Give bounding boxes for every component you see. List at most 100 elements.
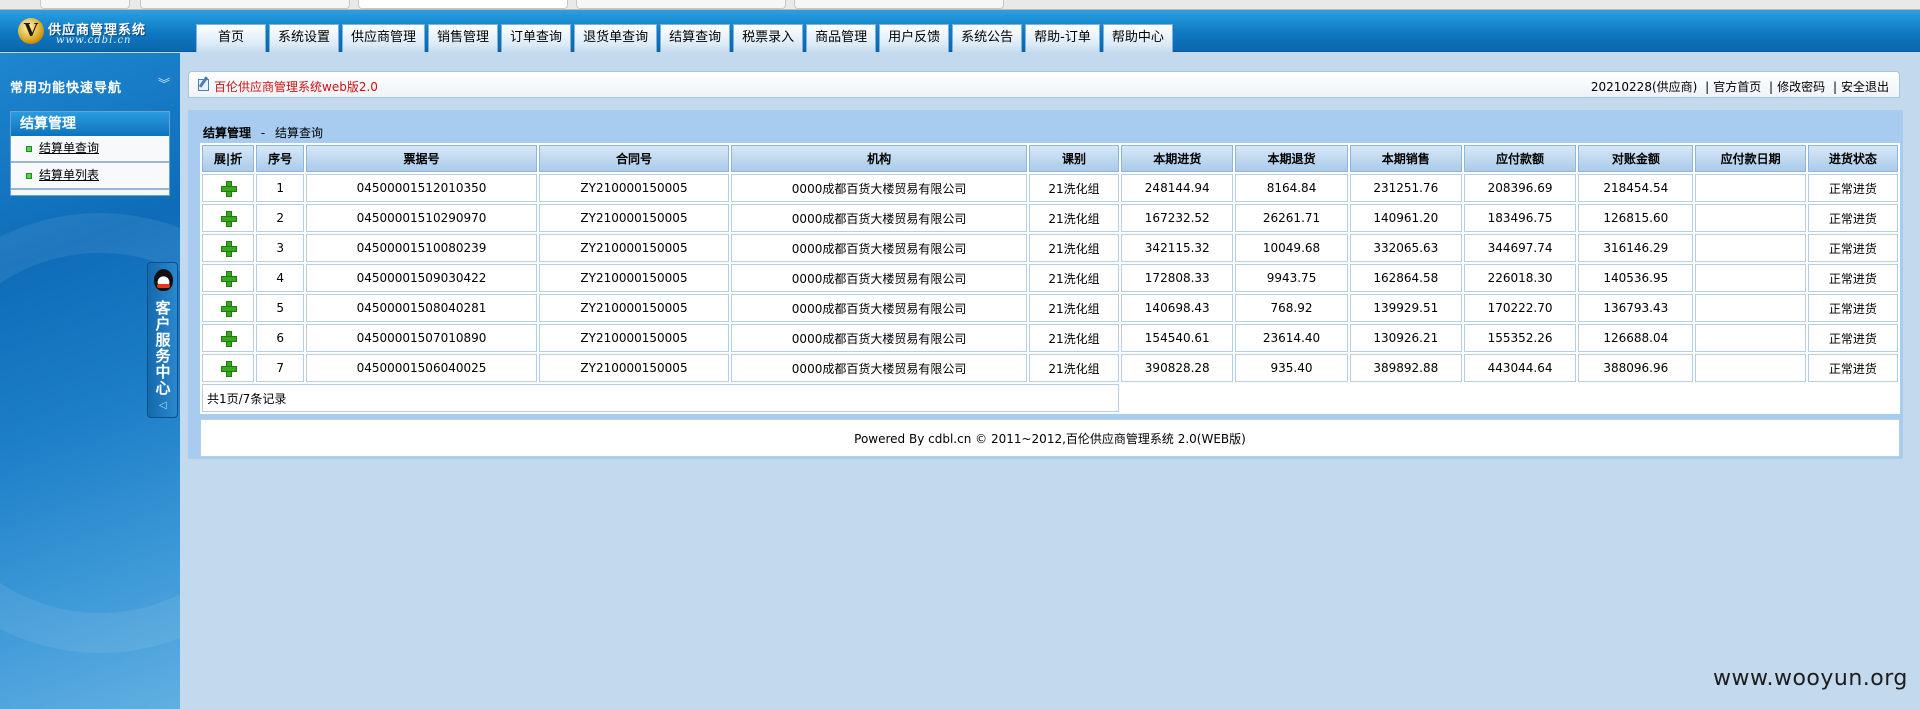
plus-icon[interactable] bbox=[221, 271, 238, 288]
cell-purchase: 172808.33 bbox=[1121, 264, 1234, 292]
browser-tab[interactable] bbox=[794, 0, 1004, 9]
main-content: 结算管理 - 结算查询 展|折 序号 票据号 合同号 机构 课别 本期进货 本期… bbox=[188, 110, 1903, 459]
cell-expand bbox=[202, 204, 255, 232]
powered-by-footer: Powered By cdbl.cn © 2011~2012,百伦供应商管理系统… bbox=[200, 419, 1900, 457]
plus-icon[interactable] bbox=[221, 241, 238, 258]
cell-payable: 443044.64 bbox=[1463, 354, 1577, 382]
table-footer-row: 共1页/7条记录 bbox=[202, 384, 1898, 412]
browser-tab-strip bbox=[0, 0, 1920, 10]
nav-product-management[interactable]: 商品管理 bbox=[806, 24, 877, 52]
logout-link[interactable]: 安全退出 bbox=[1841, 80, 1889, 94]
official-home-link[interactable]: 官方首页 bbox=[1713, 80, 1761, 94]
table-row: 5 04500001508040281 ZY210000150005 0000成都百货… bbox=[202, 294, 1898, 322]
nav-help-center[interactable]: 帮助中心 bbox=[1102, 24, 1173, 52]
sidebar: 常用功能快速导航 ︾ 结算管理 结算单查询 结算单列表 客户服务中心 ◁ bbox=[0, 53, 180, 709]
cell-due-date bbox=[1695, 354, 1806, 382]
cell-reconcile: 140536.95 bbox=[1578, 264, 1694, 292]
cell-org: 0000成都百货大楼贸易有限公司 bbox=[731, 294, 1027, 322]
title-bar: 百伦供应商管理系统web版2.0 20210228(供应商) | 官方首页 | 修改… bbox=[188, 71, 1900, 98]
nav-supplier-management[interactable]: 供应商管理 bbox=[342, 24, 426, 52]
cell-payable: 226018.30 bbox=[1463, 264, 1577, 292]
cell-purchase: 390828.28 bbox=[1121, 354, 1234, 382]
nav-sales-management[interactable]: 销售管理 bbox=[428, 24, 499, 52]
cell-returns: 9943.75 bbox=[1235, 264, 1348, 292]
cell-due-date bbox=[1695, 324, 1806, 352]
breadcrumb: 结算管理 - 结算查询 bbox=[203, 126, 324, 140]
cell-seq: 3 bbox=[256, 234, 305, 262]
cell-due-date bbox=[1695, 294, 1806, 322]
cell-returns: 8164.84 bbox=[1235, 174, 1348, 202]
cell-expand bbox=[202, 174, 255, 202]
cell-expand bbox=[202, 324, 255, 352]
plus-icon[interactable] bbox=[221, 301, 238, 318]
cell-org: 0000成都百货大楼贸易有限公司 bbox=[731, 324, 1027, 352]
cell-sales: 332065.63 bbox=[1349, 234, 1462, 262]
col-bill-no: 票据号 bbox=[306, 145, 537, 172]
cell-bill-no: 04500001507010890 bbox=[306, 324, 537, 352]
chevron-double-down-icon[interactable]: ︾ bbox=[158, 78, 170, 90]
plus-icon[interactable] bbox=[221, 181, 238, 198]
cell-purchase: 248144.94 bbox=[1121, 174, 1234, 202]
logo[interactable]: V 供应商管理系统 www.cdbl.cn bbox=[12, 14, 152, 48]
table-row: 1 04500001512010350 ZY210000150005 0000成都百货… bbox=[202, 174, 1898, 202]
change-password-link[interactable]: 修改密码 bbox=[1777, 80, 1825, 94]
table-row: 4 04500001509030422 ZY210000150005 0000成都百货… bbox=[202, 264, 1898, 292]
cell-reconcile: 136793.43 bbox=[1578, 294, 1694, 322]
quicknav-title: 常用功能快速导航 bbox=[10, 81, 123, 96]
col-contract-no: 合同号 bbox=[538, 145, 730, 172]
col-status: 进货状态 bbox=[1807, 145, 1898, 172]
nav-tax-invoice-entry[interactable]: 税票录入 bbox=[733, 24, 804, 52]
table-row: 6 04500001507010890 ZY210000150005 0000成都百货… bbox=[202, 324, 1898, 352]
record-count: 共1页/7条记录 bbox=[202, 384, 1120, 412]
nav-home[interactable]: 首页 bbox=[196, 24, 266, 52]
cell-sales: 231251.76 bbox=[1349, 174, 1462, 202]
cell-dept: 21洗化组 bbox=[1028, 234, 1120, 262]
cell-org: 0000成都百货大楼贸易有限公司 bbox=[731, 204, 1027, 232]
table-row: 2 04500001510290970 ZY210000150005 0000成都百货… bbox=[202, 204, 1898, 232]
nav-return-query[interactable]: 退货单查询 bbox=[574, 24, 658, 52]
cell-status: 正常进货 bbox=[1807, 204, 1898, 232]
nav-user-feedback[interactable]: 用户反馈 bbox=[879, 24, 950, 52]
cell-returns: 935.40 bbox=[1235, 354, 1348, 382]
cell-seq: 4 bbox=[256, 264, 305, 292]
cell-due-date bbox=[1695, 174, 1806, 202]
cell-reconcile: 388096.96 bbox=[1578, 354, 1694, 382]
cell-status: 正常进货 bbox=[1807, 174, 1898, 202]
cell-payable: 155352.26 bbox=[1463, 324, 1577, 352]
plus-icon[interactable] bbox=[221, 361, 238, 378]
cell-returns: 10049.68 bbox=[1235, 234, 1348, 262]
table-header-row: 展|折 序号 票据号 合同号 机构 课别 本期进货 本期退货 本期销售 应付款额… bbox=[202, 145, 1898, 172]
nav-system-settings[interactable]: 系统设置 bbox=[269, 24, 340, 52]
plus-icon[interactable] bbox=[221, 331, 238, 348]
cell-returns: 26261.71 bbox=[1235, 204, 1348, 232]
browser-tab[interactable] bbox=[140, 0, 350, 9]
settlement-table: 展|折 序号 票据号 合同号 机构 课别 本期进货 本期退货 本期销售 应付款额… bbox=[200, 143, 1900, 414]
logo-url: www.cdbl.cn bbox=[56, 35, 132, 46]
sidebar-item-label: 结算单列表 bbox=[39, 168, 100, 182]
cell-purchase: 140698.43 bbox=[1121, 294, 1234, 322]
nav-help-order[interactable]: 帮助-订单 bbox=[1025, 24, 1100, 52]
browser-tab[interactable] bbox=[40, 0, 130, 9]
cell-purchase: 154540.61 bbox=[1121, 324, 1234, 352]
cell-org: 0000成都百货大楼贸易有限公司 bbox=[731, 354, 1027, 382]
nav-order-query[interactable]: 订单查询 bbox=[501, 24, 572, 52]
collapse-left-icon[interactable]: ◁ bbox=[159, 400, 167, 411]
sidebar-item-settlement-query[interactable]: 结算单查询 bbox=[11, 136, 169, 163]
nav-system-notice[interactable]: 系统公告 bbox=[952, 24, 1023, 52]
customer-service-tab[interactable]: 客户服务中心 ◁ bbox=[147, 262, 178, 418]
cell-bill-no: 04500001506040025 bbox=[306, 354, 537, 382]
bullet-icon bbox=[26, 146, 32, 152]
plus-icon[interactable] bbox=[221, 211, 238, 228]
cell-dept: 21洗化组 bbox=[1028, 264, 1120, 292]
col-dept: 课别 bbox=[1028, 145, 1120, 172]
cell-contract-no: ZY210000150005 bbox=[538, 354, 730, 382]
nav-settlement-query[interactable]: 结算查询 bbox=[660, 24, 731, 52]
cell-expand bbox=[202, 234, 255, 262]
browser-tab-active[interactable] bbox=[358, 0, 568, 9]
cell-bill-no: 04500001510290970 bbox=[306, 204, 537, 232]
cell-bill-no: 04500001508040281 bbox=[306, 294, 537, 322]
table-row: 3 04500001510080239 ZY210000150005 0000成都百货… bbox=[202, 234, 1898, 262]
browser-tab[interactable] bbox=[576, 0, 786, 9]
cell-purchase: 342115.32 bbox=[1121, 234, 1234, 262]
sidebar-item-settlement-list[interactable]: 结算单列表 bbox=[11, 163, 169, 190]
